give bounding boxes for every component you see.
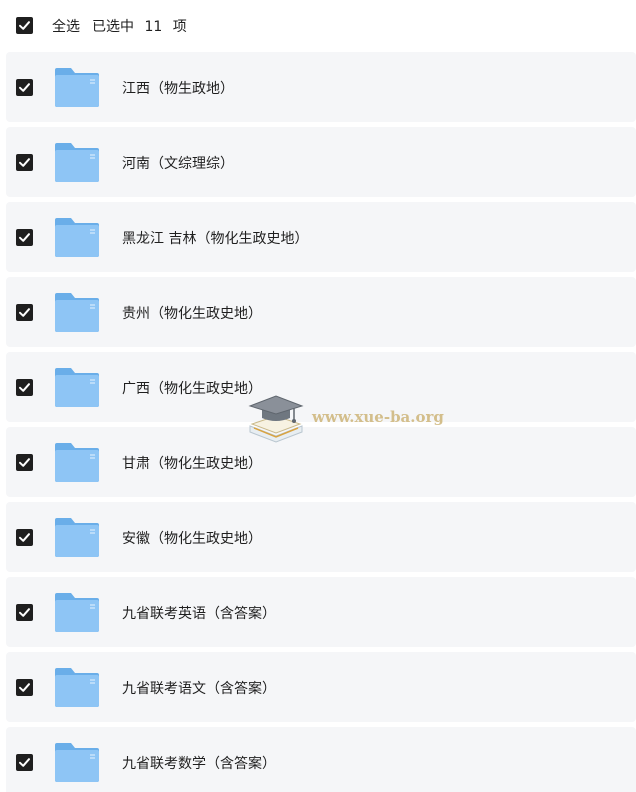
folder-name: 安徽（物化生政史地） [122,531,262,547]
folder-row[interactable]: 九省联考语文（含答案） [6,652,636,722]
folder-name: 黑龙江 吉林（物化生政史地） [122,231,309,247]
folder-checkbox[interactable] [16,604,33,621]
folder-row[interactable]: 江西（物生政地） [6,52,636,122]
checkmark-icon [19,83,30,92]
selected-count: 已选中 11 项 [92,19,187,35]
select-all-label[interactable]: 全选 [52,16,80,36]
folder-row[interactable]: 九省联考英语（含答案） [6,577,636,647]
folder-checkbox[interactable] [16,529,33,546]
folder-icon [54,366,100,408]
checkmark-icon [19,383,30,392]
folder-icon [54,666,100,708]
folder-name: 甘肃（物化生政史地） [122,456,262,472]
folder-icon [54,291,100,333]
checkmark-icon [19,533,30,542]
folder-name: 江西（物生政地） [122,81,234,97]
folder-row[interactable]: 贵州（物化生政史地） [6,277,636,347]
checkmark-icon [19,233,30,242]
folder-name: 九省联考语文（含答案） [122,681,276,697]
folder-checkbox[interactable] [16,304,33,321]
folder-checkbox[interactable] [16,229,33,246]
folder-icon [54,141,100,183]
folder-icon [54,591,100,633]
folder-checkbox[interactable] [16,379,33,396]
checkmark-icon [19,158,30,167]
checkmark-icon [19,608,30,617]
folder-row[interactable]: 甘肃（物化生政史地） [6,427,636,497]
file-selection-list: 全选 已选中 11 项 江西（物生政地） 河南（文综理综） 黑龙江 吉林（物化生政史… [0,0,636,792]
folder-checkbox[interactable] [16,79,33,96]
checkmark-icon [19,458,30,467]
folder-row[interactable]: 河南（文综理综） [6,127,636,197]
folder-checkbox[interactable] [16,679,33,696]
checkmark-icon [19,21,30,30]
folder-row[interactable]: 广西（物化生政史地） [6,352,636,422]
folder-name: 河南（文综理综） [122,156,234,172]
folder-name: 九省联考英语（含答案） [122,606,276,622]
folder-checkbox[interactable] [16,754,33,771]
folder-icon [54,216,100,258]
selection-header: 全选 已选中 11 项 [0,0,636,52]
folder-icon [54,66,100,108]
folder-row[interactable]: 安徽（物化生政史地） [6,502,636,572]
folder-checkbox[interactable] [16,454,33,471]
folder-name: 贵州（物化生政史地） [122,306,262,322]
folder-name: 广西（物化生政史地） [122,381,262,397]
select-all-checkbox[interactable] [16,17,33,34]
checkmark-icon [19,758,30,767]
folder-icon [54,516,100,558]
checkmark-icon [19,308,30,317]
folder-row[interactable]: 九省联考数学（含答案） [6,727,636,792]
folder-icon [54,741,100,783]
folder-name: 九省联考数学（含答案） [122,756,276,772]
folder-checkbox[interactable] [16,154,33,171]
checkmark-icon [19,683,30,692]
folder-row[interactable]: 黑龙江 吉林（物化生政史地） [6,202,636,272]
folder-icon [54,441,100,483]
